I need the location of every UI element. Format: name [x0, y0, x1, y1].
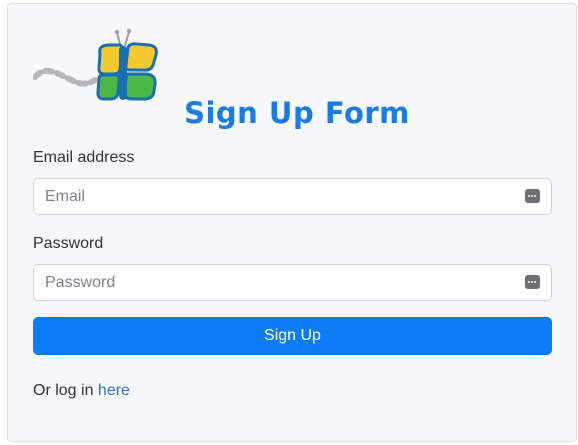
password-label: Password: [33, 235, 104, 252]
login-prompt: Or log in here: [33, 382, 130, 400]
email-field[interactable]: [34, 179, 551, 214]
password-manager-key-icon[interactable]: [525, 189, 540, 203]
password-field[interactable]: [34, 265, 551, 300]
login-link[interactable]: here: [98, 382, 130, 399]
butterfly-logo-icon: [33, 28, 158, 101]
signup-card: Sign Up Form Email address Password Sign…: [7, 3, 577, 442]
email-label: Email address: [33, 149, 135, 166]
page-title: Sign Up Form: [184, 96, 410, 130]
login-prompt-text: Or log in: [33, 382, 94, 399]
sign-up-button[interactable]: Sign Up: [33, 317, 552, 355]
email-field-wrapper: [33, 178, 552, 215]
password-field-wrapper: [33, 264, 552, 301]
password-manager-key-icon[interactable]: [525, 275, 540, 289]
